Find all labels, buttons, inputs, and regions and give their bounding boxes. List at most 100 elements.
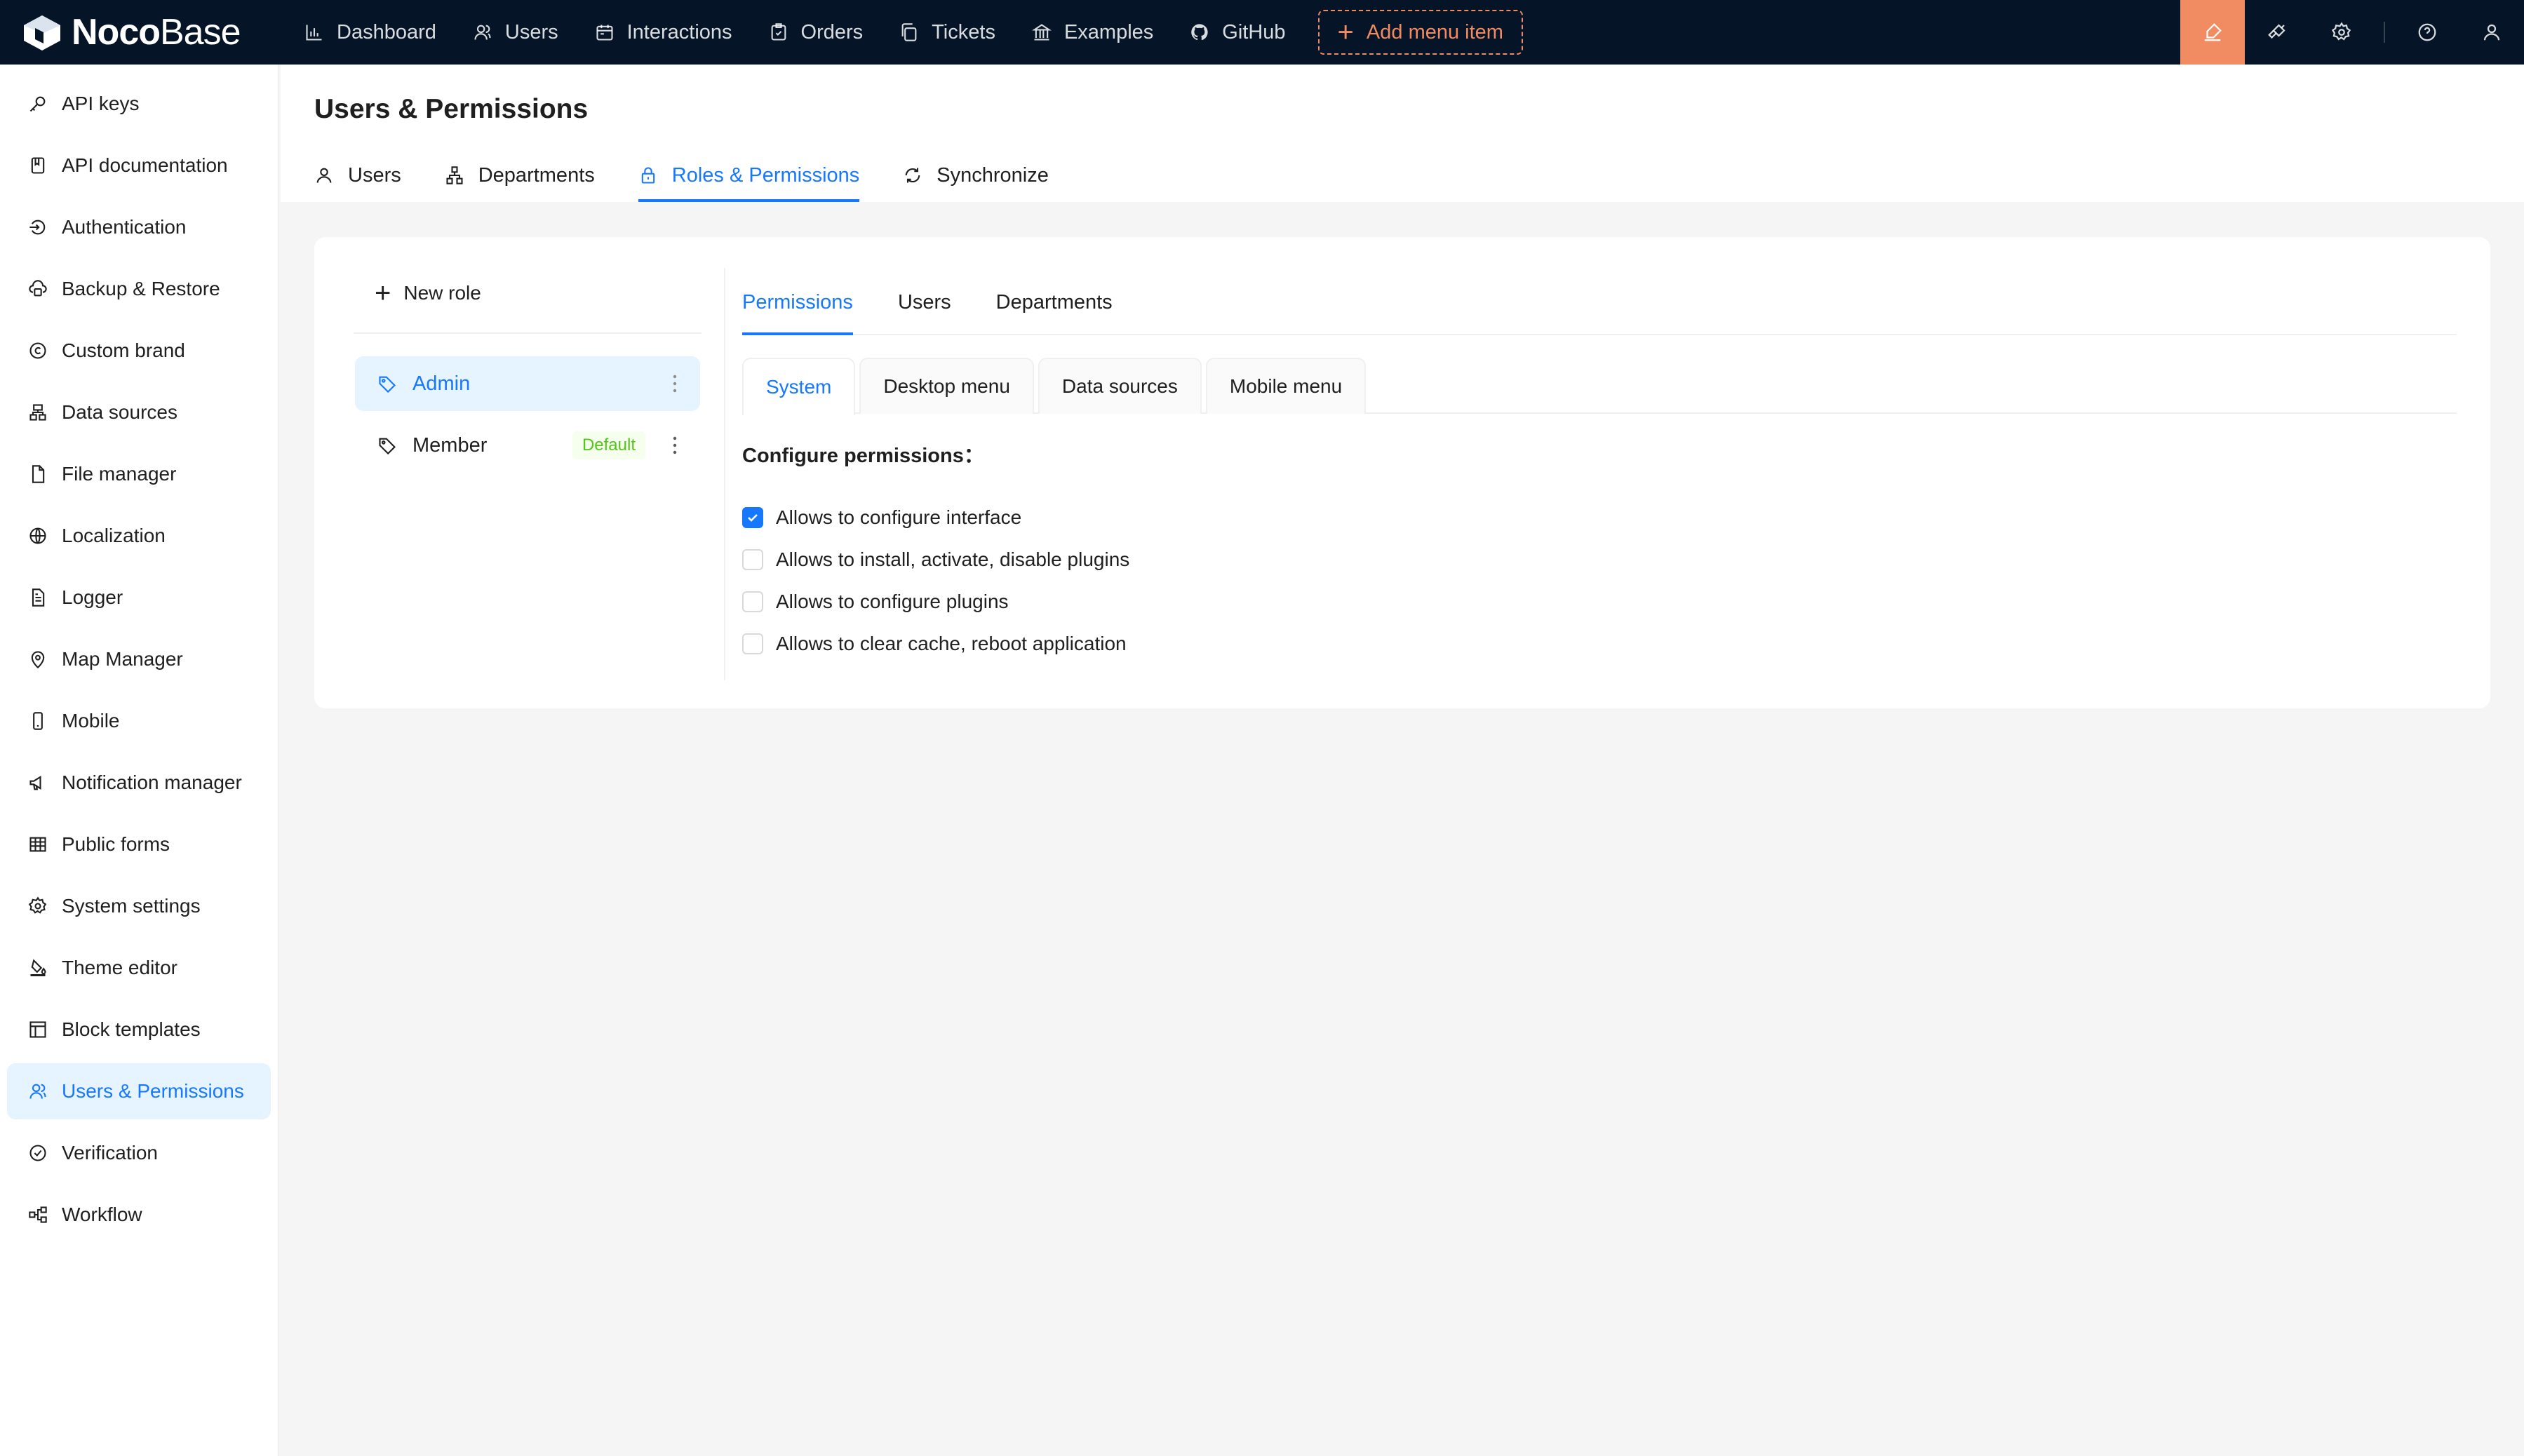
sidebar-item-label: File manager [62, 463, 177, 485]
menu-item-interactions[interactable]: Interactions [577, 0, 751, 65]
checkbox[interactable] [742, 591, 763, 612]
checkbox[interactable] [742, 633, 763, 654]
sidebar-item-label: API keys [62, 93, 140, 114]
users-icon [474, 25, 491, 40]
add-menu-item-button[interactable]: + Add menu item [1317, 10, 1523, 55]
sidebar-item-label: Localization [62, 525, 166, 546]
tab-system[interactable]: System [742, 358, 856, 415]
menu-item-dashboard[interactable]: Dashboard [286, 0, 455, 65]
tab-role-departments[interactable]: Departments [996, 271, 1113, 334]
tab-label: Roles & Permissions [671, 163, 860, 187]
copyright-icon [29, 342, 46, 359]
map-pin-icon [31, 651, 45, 669]
tab-roles-permissions[interactable]: Roles & Permissions [638, 149, 860, 202]
tab-synchronize[interactable]: Synchronize [903, 149, 1049, 202]
document-icon [31, 157, 45, 174]
apartment-icon [446, 166, 463, 184]
sidebar-item-users-permissions[interactable]: Users & Permissions [7, 1063, 271, 1119]
file-text-icon [32, 588, 45, 607]
checkbox-checked[interactable] [742, 507, 763, 528]
tab-mobile-menu[interactable]: Mobile menu [1205, 358, 1367, 414]
role-item-admin[interactable]: Admin [355, 356, 700, 411]
sidebar-item-file-manager[interactable]: File manager [7, 446, 271, 502]
sidebar-item-label: Data sources [62, 401, 177, 423]
sidebar-item-label: Authentication [62, 216, 187, 238]
tab-role-users[interactable]: Users [898, 271, 951, 334]
permission-options: Allows to configure interface Allows to … [742, 497, 1129, 665]
app-logo[interactable]: NocoBase [20, 0, 286, 65]
table-icon [29, 837, 46, 852]
page-tabs: Users Departments Roles & Permissions Sy… [314, 149, 1092, 202]
permission-option-configure-interface[interactable]: Allows to configure interface [742, 497, 1129, 539]
login-icon [29, 220, 46, 235]
file-icon [32, 465, 45, 483]
sidebar-item-map-manager[interactable]: Map Manager [7, 631, 271, 687]
user-menu-button[interactable] [2459, 0, 2524, 65]
key-icon [29, 96, 46, 112]
new-role-label: New role [403, 282, 481, 304]
permission-option-manage-plugins[interactable]: Allows to install, activate, disable plu… [742, 539, 1129, 581]
sidebar-item-block-templates[interactable]: Block templates [7, 1002, 271, 1058]
github-icon [1191, 24, 1208, 41]
sidebar-item-public-forms[interactable]: Public forms [7, 816, 271, 872]
sidebar-item-notification-manager[interactable]: Notification manager [7, 755, 271, 811]
tab-departments[interactable]: Departments [445, 149, 595, 202]
settings-button[interactable] [2309, 0, 2374, 65]
menu-item-label: Tickets [932, 20, 995, 43]
sidebar-item-label: Logger [62, 586, 123, 608]
sidebar-item-label: Theme editor [62, 957, 177, 978]
globe-icon [29, 527, 46, 544]
sidebar-item-localization[interactable]: Localization [7, 508, 271, 564]
more-vertical-icon[interactable] [671, 432, 679, 459]
menu-item-orders[interactable]: Orders [751, 0, 882, 65]
permission-tabs: Permissions Users Departments [742, 271, 2457, 335]
tab-data-sources[interactable]: Data sources [1038, 358, 1202, 414]
tab-users[interactable]: Users [314, 149, 401, 202]
menu-item-users[interactable]: Users [455, 0, 577, 65]
plugin-icon [2268, 24, 2285, 39]
cluster-icon [29, 404, 46, 421]
sidebar-item-authentication[interactable]: Authentication [7, 199, 271, 255]
sidebar-item-api-documentation[interactable]: API documentation [7, 137, 271, 194]
menu-item-tickets[interactable]: Tickets [881, 0, 1014, 65]
sidebar-item-workflow[interactable]: Workflow [7, 1187, 271, 1243]
mobile-icon [33, 712, 43, 730]
menu-item-github[interactable]: GitHub [1172, 0, 1303, 65]
sidebar-item-system-settings[interactable]: System settings [7, 878, 271, 934]
sidebar-item-data-sources[interactable]: Data sources [7, 384, 271, 440]
bar-chart-icon [306, 25, 322, 41]
sidebar-item-label: Backup & Restore [62, 278, 220, 299]
permission-option-configure-plugins[interactable]: Allows to configure plugins [742, 581, 1129, 623]
bank-icon [1031, 24, 1052, 41]
permission-option-clear-cache[interactable]: Allows to clear cache, reboot applicatio… [742, 623, 1129, 665]
sidebar-item-verification[interactable]: Verification [7, 1125, 271, 1181]
checkbox[interactable] [742, 549, 763, 570]
divider [724, 268, 725, 680]
default-badge: Default [572, 431, 645, 459]
option-label: Allows to install, activate, disable plu… [776, 548, 1130, 570]
check-circle-icon [29, 1145, 46, 1161]
copy-icon [901, 23, 917, 41]
plus-icon: + [1337, 17, 1354, 48]
sidebar-item-backup-restore[interactable]: Backup & Restore [7, 261, 271, 317]
sidebar-item-theme-editor[interactable]: Theme editor [7, 940, 271, 996]
role-item-member[interactable]: Member Default [355, 418, 700, 473]
menu-item-label: Examples [1063, 20, 1154, 43]
lock-icon [641, 167, 655, 184]
plus-icon: + [375, 278, 391, 309]
sidebar-item-mobile[interactable]: Mobile [7, 693, 271, 749]
sidebar-item-logger[interactable]: Logger [7, 569, 271, 626]
tab-permissions[interactable]: Permissions [742, 271, 853, 335]
sidebar-item-api-keys[interactable]: API keys [7, 76, 271, 132]
plugin-manager-button[interactable] [2245, 0, 2309, 65]
tab-desktop-menu[interactable]: Desktop menu [859, 358, 1034, 414]
menu-item-examples[interactable]: Examples [1014, 0, 1172, 65]
help-button[interactable] [2395, 0, 2459, 65]
more-vertical-icon[interactable] [671, 370, 679, 397]
layout-icon [29, 1021, 46, 1038]
sidebar-item-label: API documentation [62, 154, 228, 176]
sidebar-item-label: Mobile [62, 710, 120, 732]
ui-editor-button[interactable] [2180, 0, 2245, 65]
tab-label: Users [348, 163, 401, 187]
sidebar-item-custom-brand[interactable]: Custom brand [7, 323, 271, 379]
